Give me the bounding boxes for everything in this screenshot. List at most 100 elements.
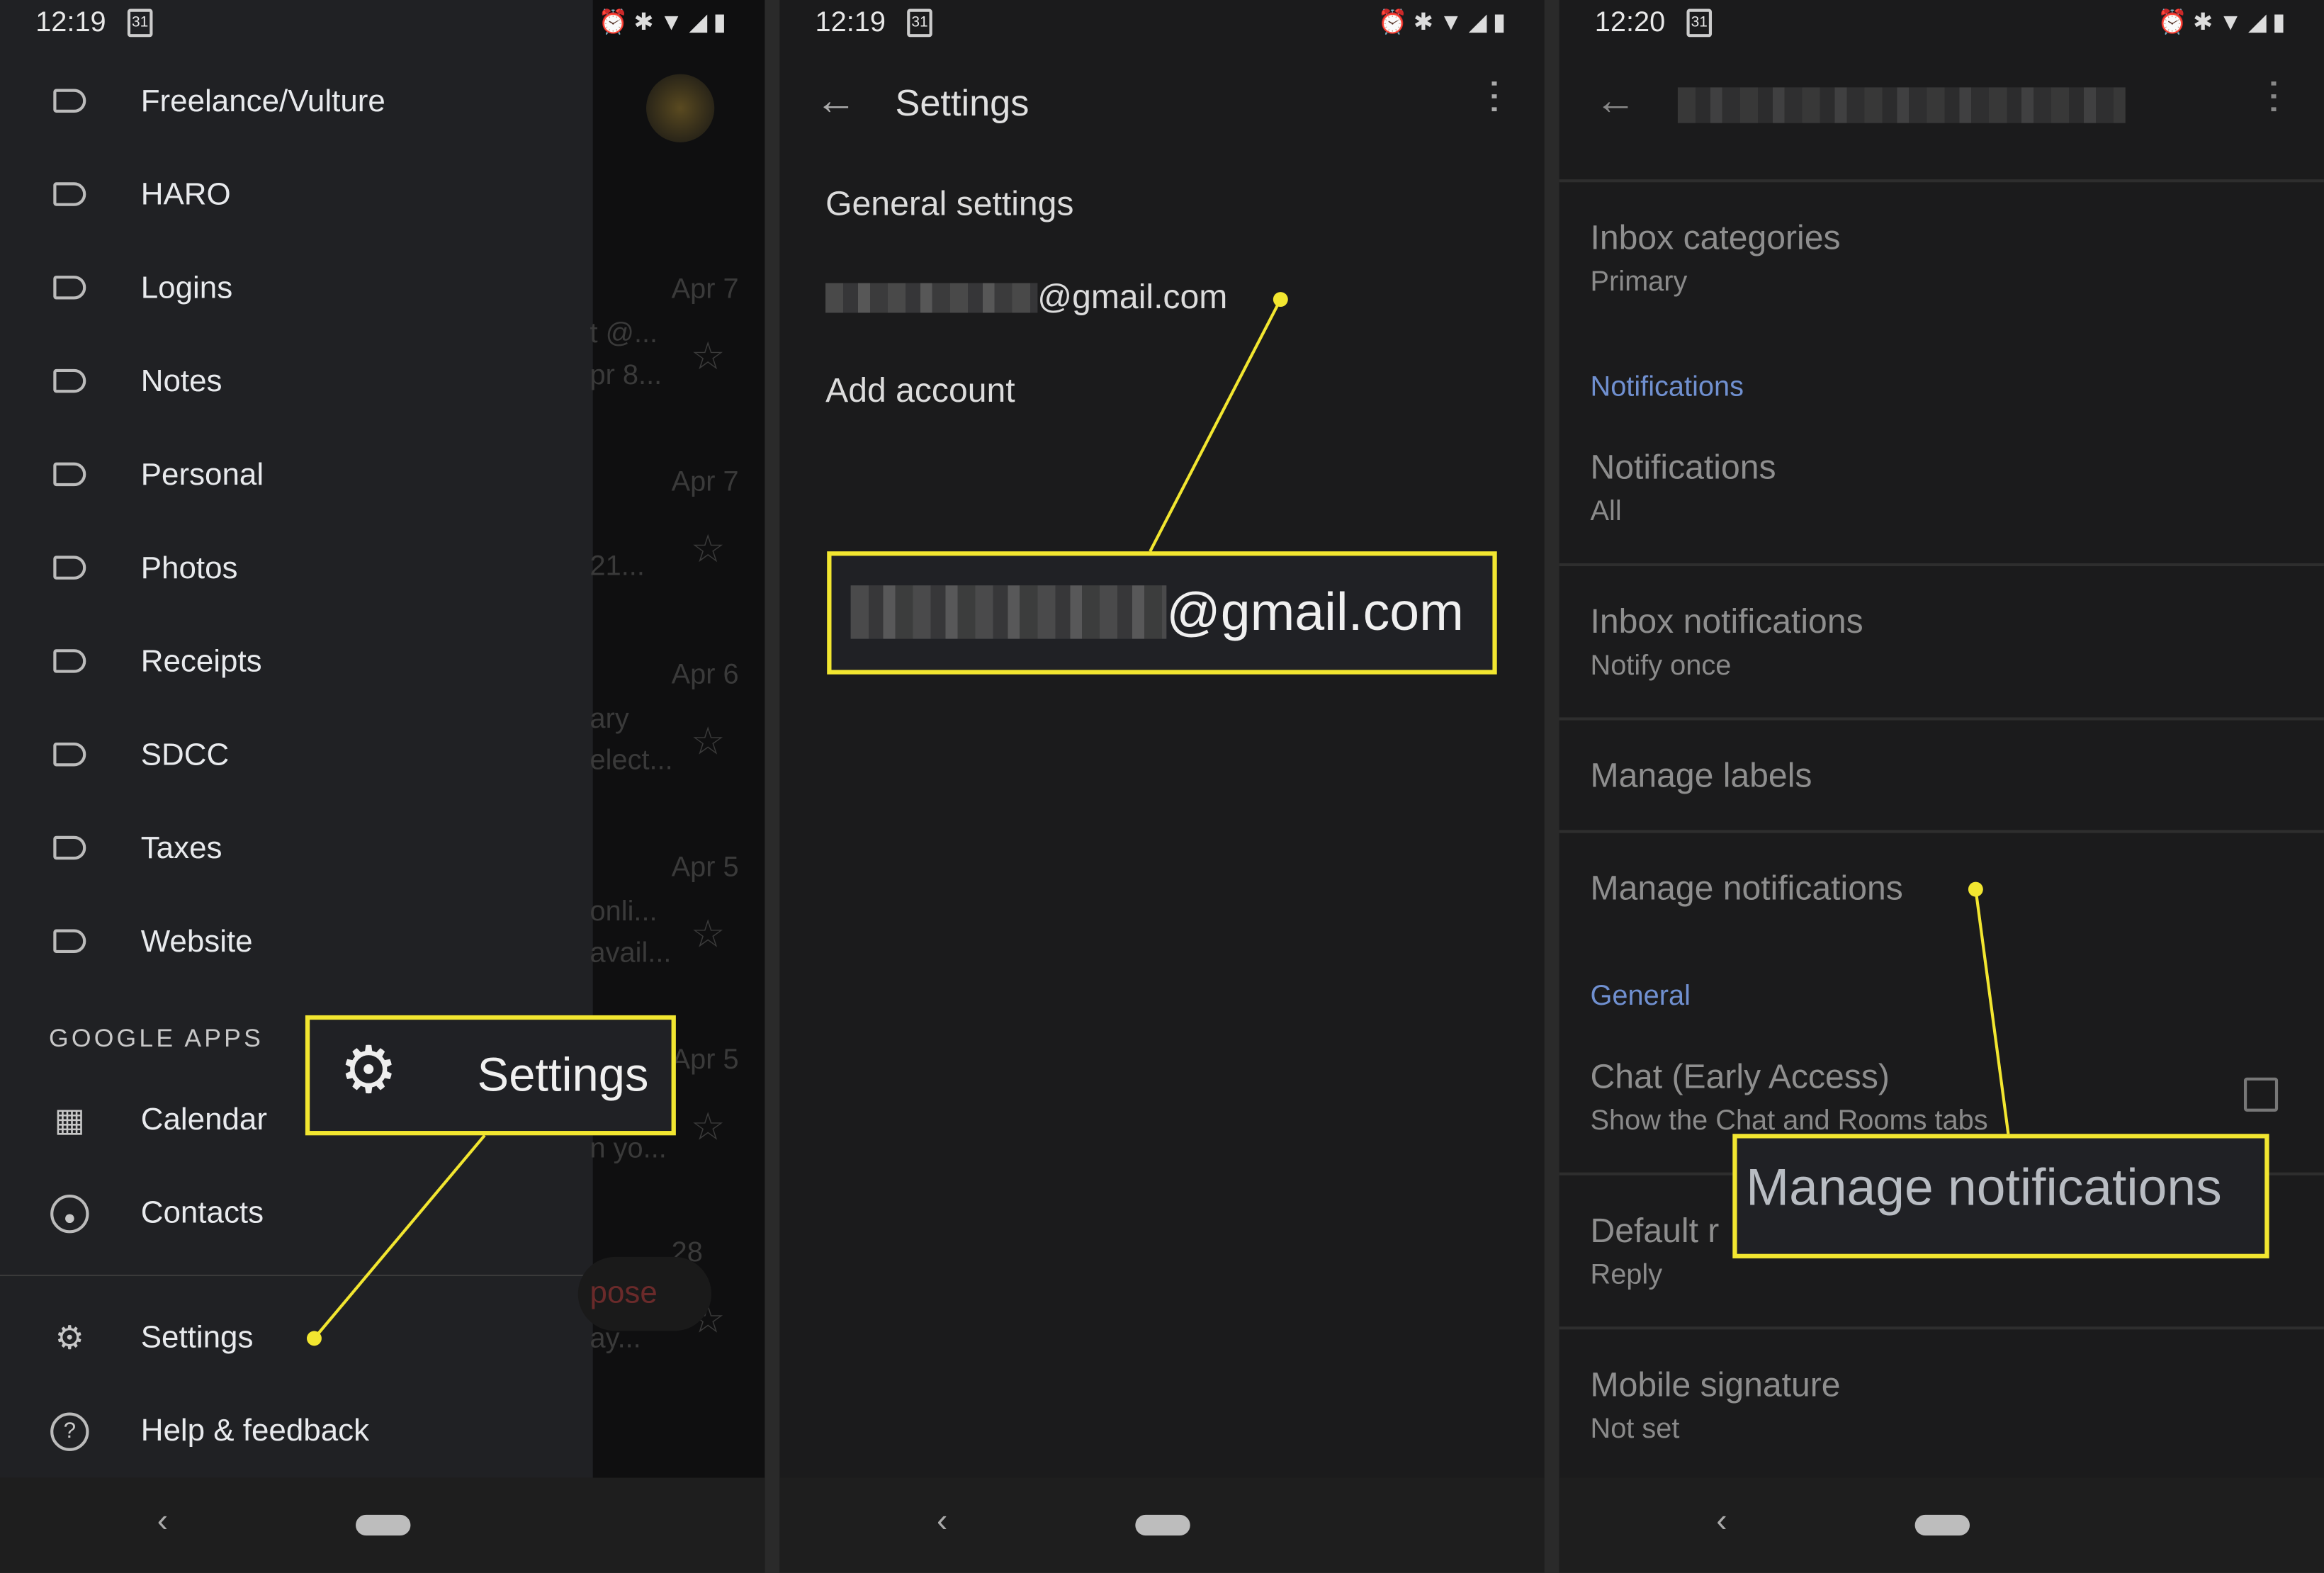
section-notifications: Notifications — [1590, 372, 1744, 403]
item-title: Default r — [1590, 1211, 1720, 1250]
drawer-item-label-0[interactable]: Freelance/Vulture — [0, 65, 593, 140]
divider — [1559, 563, 2324, 566]
callout-label: Settings — [477, 1047, 649, 1102]
drawer-item-settings[interactable]: ⚙ Settings — [0, 1302, 593, 1376]
item-title: Chat (Early Access) — [1590, 1056, 1890, 1095]
mail-date: Apr 5 — [671, 1044, 739, 1076]
inbox-categories-item[interactable]: Inbox categories Primary — [1559, 208, 2324, 311]
system-nav-bar: ‹ — [0, 1477, 765, 1573]
drawer-item-label: SDCC — [140, 738, 230, 772]
drawer-item-label: Photos — [140, 551, 238, 586]
nav-home-button[interactable] — [356, 1514, 411, 1536]
drawer-item-label: Website — [140, 925, 253, 959]
calendar-icon: ▦ — [54, 1101, 86, 1139]
drawer-item-label-7[interactable]: SDCC — [0, 719, 593, 794]
divider — [1559, 1326, 2324, 1329]
status-bar: 12:19 31 ⏰✱▼◢▮ — [0, 0, 765, 47]
label-icon — [53, 89, 86, 113]
drawer-item-contacts[interactable]: ● Contacts — [0, 1177, 593, 1251]
drawer-item-label: HARO — [140, 178, 231, 213]
nav-home-button[interactable] — [1914, 1514, 1970, 1536]
notifications-item[interactable]: Notifications All — [1559, 437, 2324, 541]
mobile-signature-item[interactable]: Mobile signature Not set — [1559, 1355, 2324, 1458]
manage-labels-item[interactable]: Manage labels — [1591, 756, 1812, 796]
mail-snippet: t @... — [590, 318, 658, 350]
star-icon[interactable]: ☆ — [691, 334, 726, 380]
nav-back-button[interactable]: ‹ — [157, 1501, 168, 1540]
contacts-icon: ● — [50, 1194, 89, 1234]
help-icon: ? — [50, 1412, 89, 1451]
status-icons: ⏰✱▼◢▮ — [598, 10, 733, 36]
item-title: Mobile signature — [1590, 1365, 1841, 1404]
drawer-item-label: Receipts — [140, 644, 262, 680]
redacted-account-title — [1677, 87, 2126, 123]
drawer-item-label-5[interactable]: Photos — [0, 532, 593, 607]
drawer-item-label: Freelance/Vulture — [140, 84, 385, 119]
status-icons: ⏰✱▼◢▮ — [2157, 10, 2291, 36]
star-icon[interactable]: ☆ — [691, 1104, 726, 1150]
star-icon[interactable]: ☆ — [691, 911, 726, 957]
drawer-item-label-1[interactable]: HARO — [0, 159, 593, 233]
drawer-item-label: Calendar — [140, 1103, 268, 1137]
avatar[interactable] — [646, 74, 715, 142]
callout-email-suffix: @gmail.com — [1166, 580, 1464, 642]
status-time: 12:19 — [815, 7, 886, 39]
status-bar: 12:19 31 ⏰✱▼◢▮ — [779, 0, 1544, 47]
item-value: All — [1590, 496, 1622, 528]
mail-date: Apr 6 — [671, 659, 739, 691]
three-panel-screenshot: 12:19 31 ⏰✱▼◢▮ Apr 7 ☆ Apr 7 ☆ Apr 6 ☆ Apr 5 ☆ A… — [0, 0, 2324, 1573]
general-settings-item[interactable]: General settings — [825, 184, 1073, 223]
mail-date: Apr 7 — [671, 274, 739, 305]
calendar-notification-icon: 31 — [127, 9, 153, 38]
inbox-notifications-item[interactable]: Inbox notifications Notify once — [1559, 592, 2324, 695]
manage-notifications-item[interactable]: Manage notifications — [1591, 869, 1903, 908]
more-options-icon[interactable]: ⋯ — [1473, 77, 1518, 115]
drawer-item-label: Personal — [140, 458, 264, 492]
drawer-item-label: Taxes — [140, 831, 222, 866]
mail-date: Apr 7 — [671, 466, 739, 498]
label-icon — [53, 649, 86, 673]
add-account-item[interactable]: Add account — [825, 371, 1015, 410]
divider — [1559, 179, 2324, 182]
mail-snippet: n yo... — [590, 1134, 667, 1166]
back-arrow-icon[interactable]: ← — [815, 77, 857, 125]
item-title: Inbox notifications — [1590, 602, 1863, 641]
divider — [1559, 830, 2324, 833]
label-icon — [53, 276, 86, 300]
status-bar: 12:20 31 ⏰✱▼◢▮ — [1559, 0, 2324, 47]
item-title: Notifications — [1590, 447, 1776, 487]
status-time: 12:20 — [1594, 7, 1666, 39]
calendar-notification-icon: 31 — [1686, 9, 1713, 38]
drawer-item-label-6[interactable]: Receipts — [0, 626, 593, 700]
status-icons: ⏰✱▼◢▮ — [1377, 10, 1512, 36]
nav-back-button[interactable]: ‹ — [937, 1501, 947, 1540]
drawer-item-label-4[interactable]: Personal — [0, 439, 593, 513]
drawer-item-help[interactable]: ? Help & feedback — [0, 1394, 593, 1469]
drawer-item-label-3[interactable]: Notes — [0, 345, 593, 419]
label-icon — [53, 556, 86, 580]
account-callout: @gmail.com — [827, 551, 1497, 675]
manage-notifications-callout: Manage notifications — [1732, 1134, 2269, 1258]
account-item[interactable]: @gmail.com — [825, 276, 1270, 320]
drawer-item-label-2[interactable]: Logins — [0, 252, 593, 327]
gear-icon: ⚙ — [339, 1034, 398, 1107]
label-icon — [53, 182, 86, 206]
section-google-apps: GOOGLE APPS — [49, 1024, 264, 1053]
more-options-icon[interactable]: ⋯ — [2253, 77, 2298, 115]
drawer-item-label: Notes — [140, 364, 222, 399]
navigation-drawer-panel: 12:19 31 ⏰✱▼◢▮ Apr 7 ☆ Apr 7 ☆ Apr 6 ☆ Apr 5 ☆ A… — [0, 0, 765, 1573]
compose-label: pose — [590, 1276, 658, 1311]
star-icon[interactable]: ☆ — [691, 719, 726, 765]
redacted-email-user — [850, 585, 1167, 639]
back-arrow-icon[interactable]: ← — [1595, 77, 1637, 125]
mail-snippet: ary — [590, 704, 629, 735]
chat-checkbox[interactable] — [2243, 1077, 2279, 1112]
calendar-notification-icon: 31 — [907, 9, 932, 38]
account-email-suffix: @gmail.com — [1037, 277, 1228, 316]
drawer-item-label-8[interactable]: Taxes — [0, 812, 593, 886]
star-icon[interactable]: ☆ — [691, 526, 726, 573]
nav-home-button[interactable] — [1135, 1514, 1190, 1536]
drawer-item-label-9[interactable]: Website — [0, 906, 593, 980]
nav-back-button[interactable]: ‹ — [1716, 1501, 1727, 1540]
label-icon — [53, 929, 86, 954]
